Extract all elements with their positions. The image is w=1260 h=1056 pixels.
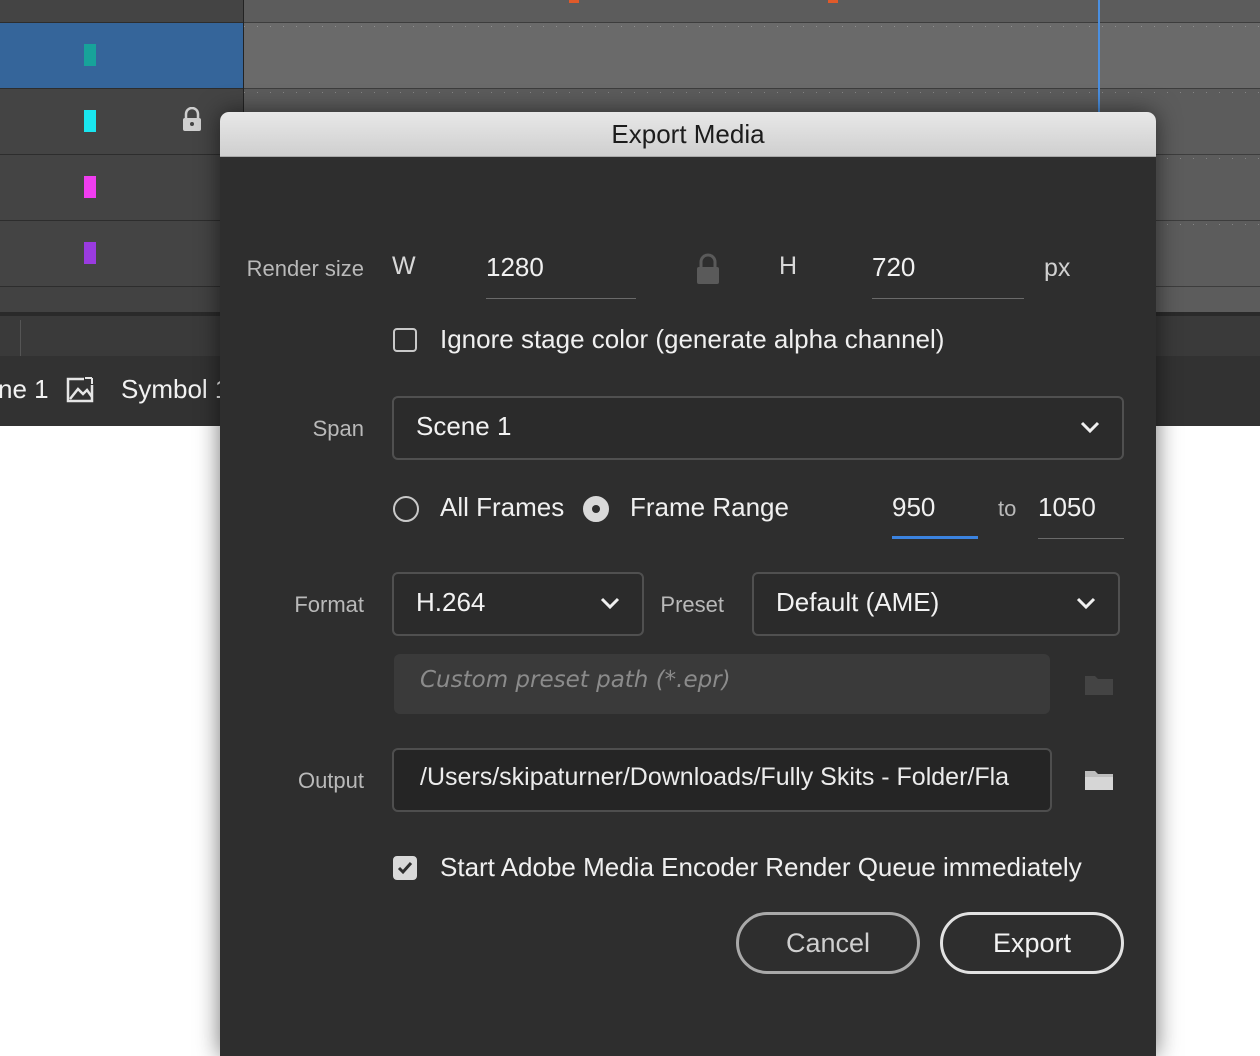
span-value: Scene 1 — [416, 411, 512, 441]
unit-label: px — [1044, 254, 1071, 282]
timeline-row[interactable] — [244, 0, 1260, 23]
export-media-dialog: Export Media Render size W 1280 H 720 px… — [220, 112, 1156, 1056]
timeline-row[interactable] — [244, 23, 1260, 89]
keyframe-marker — [828, 0, 838, 3]
checkmark-icon — [397, 862, 413, 875]
export-button[interactable]: Export — [940, 912, 1124, 974]
dialog-titlebar[interactable]: Export Media — [220, 112, 1156, 157]
all-frames-radio[interactable] — [393, 496, 419, 522]
frame-range-end-underline — [1038, 538, 1124, 539]
layer-color-swatch[interactable] — [84, 44, 96, 66]
all-frames-label[interactable]: All Frames — [440, 492, 564, 523]
format-value: H.264 — [416, 587, 486, 617]
width-label: W — [392, 252, 416, 280]
frame-range-end-input[interactable]: 1050 — [1038, 492, 1096, 523]
width-underline — [486, 298, 636, 299]
layer-row-selected[interactable] — [0, 23, 243, 89]
chevron-down-icon — [1076, 597, 1096, 610]
footer-cell — [0, 320, 21, 360]
layer-row[interactable] — [0, 0, 243, 23]
keyframe-marker — [569, 0, 579, 3]
output-path-input[interactable]: /Users/skipaturner/Downloads/Fully Skits… — [392, 748, 1052, 812]
preset-label: Preset — [660, 592, 724, 617]
frame-range-start-input[interactable]: 950 — [892, 492, 935, 523]
to-label: to — [998, 496, 1017, 521]
frame-range-radio[interactable] — [583, 496, 609, 522]
start-ame-label[interactable]: Start Adobe Media Encoder Render Queue i… — [440, 852, 1082, 883]
folder-icon — [1085, 676, 1113, 695]
height-label: H — [779, 252, 798, 280]
playhead[interactable] — [1098, 0, 1100, 112]
ignore-stage-color-label[interactable]: Ignore stage color (generate alpha chann… — [440, 324, 944, 355]
dialog-title: Export Media — [611, 119, 765, 149]
custom-preset-path-placeholder: Custom preset path (*.epr) — [420, 667, 731, 693]
chevron-down-icon — [600, 597, 620, 610]
span-label: Span — [312, 416, 364, 441]
preset-value: Default (AME) — [776, 587, 940, 617]
output-label: Output — [297, 768, 364, 793]
breadcrumb-symbol[interactable]: Symbol 1 — [121, 374, 229, 405]
cancel-button[interactable]: Cancel — [736, 912, 920, 974]
span-dropdown[interactable]: Scene 1 — [392, 396, 1124, 460]
breadcrumb-scene[interactable]: ne 1 — [0, 374, 49, 405]
preset-dropdown[interactable]: Default (AME) — [752, 572, 1120, 636]
format-dropdown[interactable]: H.264 — [392, 572, 644, 636]
height-input[interactable]: 720 — [872, 252, 915, 283]
layer-row[interactable] — [0, 89, 243, 155]
aspect-lock-icon[interactable] — [694, 252, 722, 286]
layer-row[interactable] — [0, 155, 243, 221]
layer-row[interactable] — [0, 221, 243, 287]
height-underline — [872, 298, 1024, 299]
footer-cell — [21, 320, 222, 360]
custom-preset-path-input: Custom preset path (*.epr) — [394, 654, 1050, 714]
format-label: Format — [294, 592, 364, 617]
render-size-label: Render size — [246, 256, 364, 281]
layer-color-swatch[interactable] — [84, 176, 96, 198]
layer-lock-icon[interactable] — [181, 107, 203, 133]
symbol-icon — [66, 377, 94, 403]
chevron-down-icon — [1080, 421, 1100, 434]
layer-color-swatch[interactable] — [84, 242, 96, 264]
layer-color-swatch[interactable] — [84, 110, 96, 132]
browse-folder-icon[interactable] — [1084, 768, 1114, 792]
width-input[interactable]: 1280 — [486, 252, 544, 283]
layers-panel — [0, 0, 244, 312]
start-ame-checkbox[interactable] — [393, 856, 417, 880]
output-path-value: /Users/skipaturner/Downloads/Fully Skits… — [420, 763, 1010, 791]
frame-range-label[interactable]: Frame Range — [630, 492, 789, 523]
ignore-stage-color-checkbox[interactable] — [393, 328, 417, 352]
frame-range-start-underline — [892, 536, 978, 539]
